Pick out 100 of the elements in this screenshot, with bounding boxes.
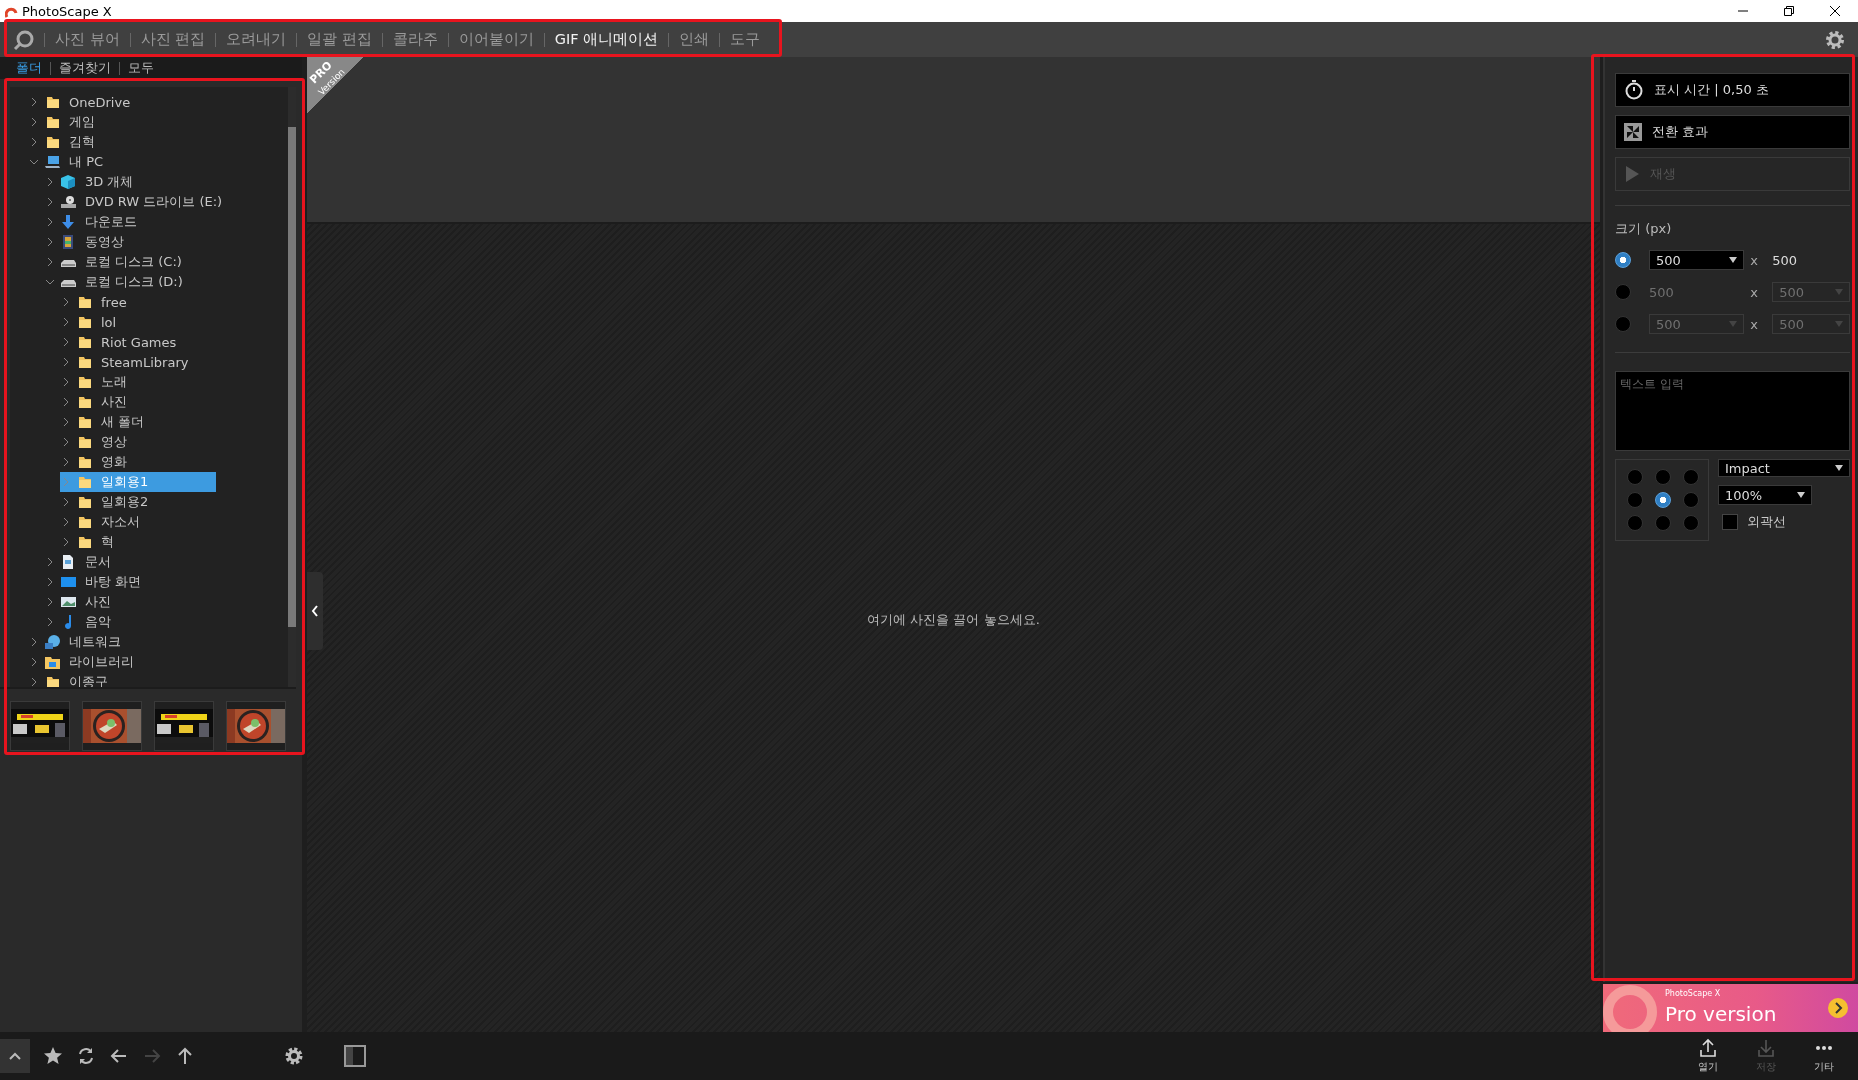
tree-item[interactable]: 다운로드 (44, 212, 200, 232)
alignment-radio[interactable] (1683, 492, 1699, 508)
menu-tab[interactable]: 일괄 편집 (297, 30, 382, 49)
computer-icon (44, 154, 61, 170)
folder-icon (76, 434, 93, 450)
tree-item[interactable]: Riot Games (60, 332, 216, 352)
size-radio[interactable] (1615, 252, 1631, 268)
tree-item[interactable]: 3D 개체 (44, 172, 200, 192)
tree-item[interactable]: 동영상 (44, 232, 200, 252)
menu-tab[interactable]: GIF 애니메이션 (544, 30, 669, 49)
play-icon (1624, 165, 1640, 183)
panel-toggle-icon[interactable] (344, 1045, 366, 1067)
folder-browser-tab[interactable]: 폴더 (8, 59, 50, 77)
tree-item[interactable]: 내 PC (28, 152, 184, 172)
menu-tab[interactable]: 이어붙이기 (448, 30, 544, 49)
menu-tab[interactable]: 도구 (720, 30, 771, 49)
dropdown-arrow-icon (1729, 321, 1737, 327)
times-sign: x (1749, 316, 1759, 332)
tree-item[interactable]: free (60, 292, 216, 312)
menu-tab[interactable]: 사진 편집 (130, 30, 216, 49)
size-label: 크기 (px) (1615, 220, 1673, 238)
folder-icon (76, 494, 93, 510)
alignment-radio[interactable] (1683, 515, 1699, 531)
scrollbar[interactable] (288, 87, 296, 687)
size-dropdown[interactable]: 500 (1649, 250, 1744, 270)
action-button[interactable]: 전환 효과 (1615, 115, 1850, 149)
tree-item[interactable]: 네트워크 (28, 632, 184, 652)
folder-icon (76, 334, 93, 350)
tree-item[interactable]: 바탕 화면 (44, 572, 200, 592)
tree-item[interactable]: 일회용2 (60, 492, 216, 512)
transition-icon (1624, 123, 1642, 141)
tree-item[interactable]: 사진 (44, 592, 200, 612)
menu-tab[interactable]: 오려내기 (216, 30, 297, 49)
circle-logo-icon (1603, 984, 1657, 1032)
folder-browser-tab[interactable]: 모두 (120, 59, 162, 77)
toolbar-button[interactable]: 기타 (1800, 1038, 1848, 1074)
tree-item[interactable]: 로컬 디스크 (D:) (44, 272, 200, 292)
tree-item[interactable]: 음악 (44, 612, 200, 632)
folder-icon (76, 414, 93, 430)
tree-item[interactable]: 혁 (60, 532, 216, 552)
upload-icon[interactable] (1698, 1038, 1718, 1058)
folder-icon (76, 534, 93, 550)
dropdown-arrow-icon (1835, 465, 1843, 471)
alignment-radio[interactable] (1627, 515, 1643, 531)
tree-item[interactable]: 사진 (60, 392, 216, 412)
font-size-dropdown[interactable]: 100% (1718, 485, 1812, 505)
folder-icon (44, 114, 61, 130)
settings-icon[interactable] (1824, 28, 1846, 51)
star-icon[interactable] (42, 1046, 63, 1066)
alignment-radio[interactable] (1683, 469, 1699, 485)
settings-icon[interactable] (283, 1046, 304, 1066)
disc-drive-icon (60, 194, 77, 210)
tree-item[interactable]: 김혁 (28, 132, 184, 152)
library-folder-icon (44, 654, 61, 670)
picture-icon (60, 594, 77, 610)
folder-icon (76, 514, 93, 530)
size-radio[interactable] (1615, 284, 1631, 300)
folder-icon (76, 374, 93, 390)
tree-item[interactable]: lol (60, 312, 216, 332)
desktop-icon (60, 574, 77, 590)
action-button[interactable]: 표시 시간 | 0,50 초 (1615, 73, 1850, 107)
tree-item[interactable]: 새 폴더 (60, 412, 216, 432)
tree-item[interactable]: 라이브러리 (28, 652, 184, 672)
alignment-radio[interactable] (1655, 515, 1671, 531)
tree-item[interactable]: 자소서 (60, 512, 216, 532)
arrow-right-icon (1828, 998, 1848, 1018)
folder-icon (44, 134, 61, 150)
tree-item[interactable]: 문서 (44, 552, 200, 572)
tree-item[interactable]: 로컬 디스크 (C:) (44, 252, 200, 272)
tree-item[interactable]: SteamLibrary (60, 352, 216, 372)
text-input[interactable]: 텍스트 입력 (1615, 371, 1850, 451)
font-dropdown[interactable]: Impact (1718, 459, 1850, 477)
tree-item[interactable]: OneDrive (28, 92, 184, 112)
menu-tab[interactable]: 사진 뷰어 (45, 30, 130, 49)
window-title: PhotoScape X (22, 3, 113, 19)
collapse-handle[interactable] (307, 572, 323, 650)
folder-browser-tab[interactable]: 즐겨찾기 (51, 59, 119, 77)
checkbox-label: 외곽선 (1747, 513, 1786, 531)
tree-item[interactable]: DVD RW 드라이브 (E:) (44, 192, 227, 212)
size-radio[interactable] (1615, 316, 1631, 332)
dropdown-arrow-icon (1797, 492, 1805, 498)
tree-item[interactable]: 영상 (60, 432, 216, 452)
alignment-radio[interactable] (1627, 469, 1643, 485)
outline-checkbox[interactable] (1722, 514, 1738, 530)
times-sign: x (1749, 284, 1759, 300)
alignment-radio[interactable] (1627, 492, 1643, 508)
alignment-radio[interactable] (1655, 492, 1671, 508)
menu-tab[interactable]: 콜라주 (382, 30, 448, 49)
folder-icon (76, 474, 93, 490)
drop-hint: 여기에 사진을 끌어 놓으세요. (867, 611, 1040, 629)
tree-item[interactable]: 노래 (60, 372, 216, 392)
menu-tab[interactable]: 인쇄 (669, 30, 720, 49)
dropdown-arrow-icon (1729, 257, 1737, 263)
size-value: 500 (1772, 252, 1797, 268)
folder-icon (76, 394, 93, 410)
folder-icon (76, 314, 93, 330)
toolbar-button[interactable]: 열기 (1684, 1038, 1732, 1074)
alignment-radio[interactable] (1655, 469, 1671, 485)
tree-item[interactable]: 게임 (28, 112, 184, 132)
tree-item[interactable]: 영화 (60, 452, 216, 472)
